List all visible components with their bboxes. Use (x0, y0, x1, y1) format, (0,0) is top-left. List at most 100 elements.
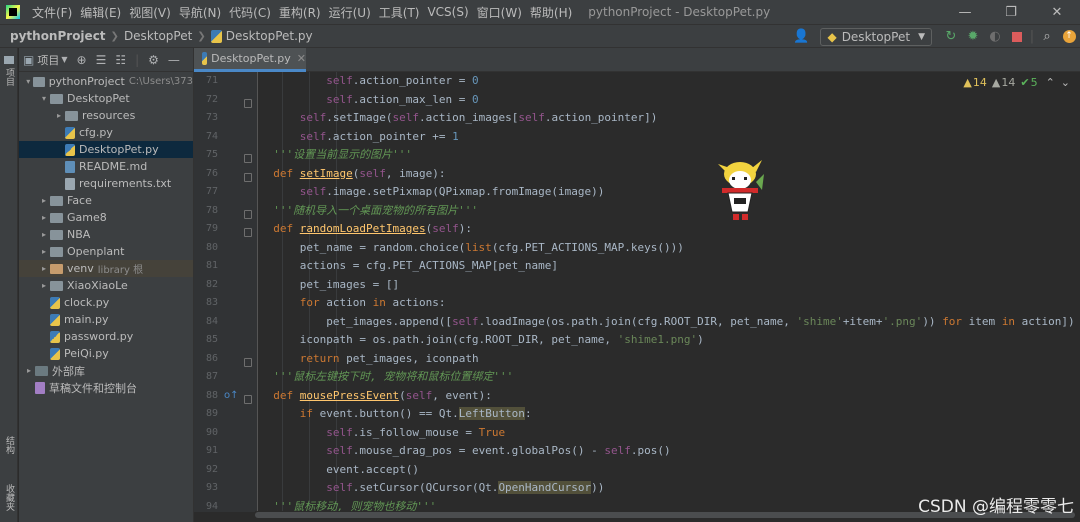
fold-marker-icon[interactable] (244, 98, 252, 108)
code-editor[interactable]: self.action_pointer = 0 self.action_max_… (260, 72, 1080, 512)
code-line[interactable]: self.action_pointer = 0 (260, 72, 478, 91)
chevron-right-icon[interactable]: ▸ (38, 213, 50, 222)
chevron-down-icon[interactable]: ▼ (61, 55, 67, 64)
code-line[interactable]: event.accept() (260, 461, 419, 480)
expand-all-icon[interactable]: ☰ (96, 53, 107, 67)
rerun-icon[interactable]: ↻ (940, 26, 962, 48)
chevron-right-icon[interactable]: ▸ (38, 247, 50, 256)
run-configuration-select[interactable]: ◆ DesktopPet ▼ (820, 27, 932, 46)
tree-item[interactable]: DesktopPet.py (19, 141, 193, 158)
close-window-button[interactable]: ✕ (1034, 0, 1080, 24)
menu-view[interactable]: 视图(V) (125, 4, 175, 21)
restore-button[interactable]: ❐ (988, 0, 1034, 24)
chevron-right-icon[interactable]: ▸ (38, 196, 50, 205)
code-line[interactable]: pet_images = [] (260, 276, 399, 295)
code-line[interactable]: def setImage(self, image): (260, 165, 445, 184)
breadcrumb-folder[interactable]: DesktopPet (124, 29, 192, 43)
tree-item[interactable]: ▾ pythonProject C:\Users\373 (19, 73, 193, 90)
tree-item[interactable]: ▸ resources (19, 107, 193, 124)
code-line[interactable]: '''鼠标左键按下时, 宠物将和鼠标位置绑定''' (260, 368, 513, 387)
tree-item[interactable]: clock.py (19, 294, 193, 311)
update-icon[interactable]: ↑ (1058, 26, 1080, 48)
tree-item[interactable]: ▸ Game8 (19, 209, 193, 226)
fold-marker-icon[interactable] (244, 228, 252, 237)
gear-icon[interactable]: ⚙ (148, 53, 159, 67)
code-line[interactable]: '''设置当前显示的图片''' (260, 146, 412, 165)
code-line[interactable]: self.setImage(self.action_images[self.ac… (260, 109, 658, 128)
fold-marker-icon[interactable] (244, 209, 252, 219)
breadcrumb-project[interactable]: pythonProject (10, 29, 106, 43)
tree-item[interactable]: cfg.py (19, 124, 193, 141)
tree-item[interactable]: password.py (19, 328, 193, 345)
code-line[interactable]: def mousePressEvent(self, event): (260, 387, 492, 406)
inspection-widget[interactable]: ▲ 14 ▲ 14 ✔ 5 ⌃ ⌄ (959, 76, 1070, 89)
code-line[interactable]: return pet_images, iconpath (260, 350, 479, 369)
tree-item[interactable]: ▸ Face (19, 192, 193, 209)
code-line[interactable]: for action in actions: (260, 294, 446, 313)
menu-tools[interactable]: 工具(T) (375, 4, 424, 21)
tree-item[interactable]: ▸ XiaoXiaoLe (19, 277, 193, 294)
desktop-pet-sprite[interactable] (712, 158, 768, 228)
breadcrumb-file[interactable]: DesktopPet.py (226, 29, 313, 43)
locate-icon[interactable]: ⊕ (77, 53, 87, 67)
menu-code[interactable]: 代码(C) (225, 4, 275, 21)
tree-item[interactable]: main.py (19, 311, 193, 328)
menu-run[interactable]: 运行(U) (325, 4, 375, 21)
code-line[interactable]: self.is_follow_mouse = True (260, 424, 505, 443)
chevron-right-icon[interactable]: ▸ (38, 230, 50, 239)
menu-edit[interactable]: 编辑(E) (76, 4, 125, 21)
favorites-tool-label[interactable]: 收藏夹 (3, 484, 16, 511)
code-line[interactable]: pet_name = random.choice(list(cfg.PET_AC… (260, 239, 684, 258)
code-line[interactable]: if event.button() == Qt.LeftButton: (260, 405, 532, 424)
override-marker-icon[interactable]: o↑ (224, 390, 239, 401)
chevron-right-icon[interactable]: ▸ (53, 111, 65, 120)
chevron-down-icon[interactable]: ▾ (23, 77, 33, 86)
tree-item[interactable]: README.md (19, 158, 193, 175)
fold-marker-icon[interactable] (244, 357, 252, 367)
code-line[interactable]: '''鼠标移动, 则宠物也移动''' (260, 498, 436, 513)
close-icon[interactable]: ✕ (297, 52, 306, 65)
fold-marker-icon[interactable] (244, 172, 252, 182)
code-line[interactable]: self.action_max_len = 0 (260, 91, 478, 110)
chevron-down-icon[interactable]: ▾ (38, 94, 50, 103)
code-line[interactable]: pet_images.append([self.loadImage(os.pat… (260, 313, 1074, 332)
code-line[interactable]: self.action_pointer += 1 (260, 128, 459, 147)
structure-tool-label[interactable]: 结构 (3, 436, 16, 454)
chevron-right-icon[interactable]: ▸ (38, 281, 50, 290)
collapse-all-icon[interactable]: ☷ (115, 53, 126, 67)
tree-item[interactable]: ▾ DesktopPet (19, 90, 193, 107)
chevron-down-icon[interactable]: ⌄ (1061, 76, 1070, 89)
code-line[interactable]: self.image.setPixmap(QPixmap.fromImage(i… (260, 183, 605, 202)
fold-marker-icon[interactable] (244, 154, 252, 163)
hide-icon[interactable]: — (168, 53, 180, 67)
coverage-icon[interactable]: ◐ (984, 26, 1006, 48)
tree-item[interactable]: PeiQi.py (19, 345, 193, 362)
stop-icon[interactable] (1006, 26, 1028, 48)
tree-item[interactable]: ▸ Openplant (19, 243, 193, 260)
chevron-up-icon[interactable]: ⌃ (1046, 76, 1055, 89)
code-line[interactable]: self.mouse_drag_pos = event.globalPos() … (260, 442, 670, 461)
tree-item[interactable]: 草稿文件和控制台 (19, 379, 193, 396)
tree-item[interactable]: ▸ NBA (19, 226, 193, 243)
tree-item[interactable]: ▸ 外部库 (19, 362, 193, 379)
menu-refactor[interactable]: 重构(R) (275, 4, 325, 21)
project-tool-label[interactable]: 项目 (3, 68, 16, 86)
menu-vcs[interactable]: VCS(S) (423, 5, 472, 19)
debug-icon[interactable]: ✹ (962, 26, 984, 48)
code-line[interactable]: def randomLoadPetImages(self): (260, 220, 472, 239)
user-icon[interactable]: 👤 (790, 26, 812, 48)
project-tool-icon[interactable] (4, 56, 14, 64)
code-line[interactable]: self.setCursor(QCursor(Qt.OpenHandCursor… (260, 479, 604, 498)
project-view-select[interactable]: 项目 (37, 52, 59, 68)
tree-item[interactable]: ▸ venv library 根 (19, 260, 193, 277)
code-line[interactable]: '''随机导入一个桌面宠物的所有图片''' (260, 202, 478, 221)
minimize-button[interactable]: — (942, 0, 988, 24)
menu-navigate[interactable]: 导航(N) (175, 4, 225, 21)
chevron-right-icon[interactable]: ▸ (23, 366, 35, 375)
tab-desktoppet[interactable]: DesktopPet.py ✕ (194, 48, 306, 72)
code-line[interactable]: actions = cfg.PET_ACTIONS_MAP[pet_name] (260, 257, 558, 276)
menu-help[interactable]: 帮助(H) (526, 4, 576, 21)
fold-marker-icon[interactable] (244, 394, 252, 404)
chevron-right-icon[interactable]: ▸ (38, 264, 50, 273)
menu-window[interactable]: 窗口(W) (473, 4, 526, 21)
